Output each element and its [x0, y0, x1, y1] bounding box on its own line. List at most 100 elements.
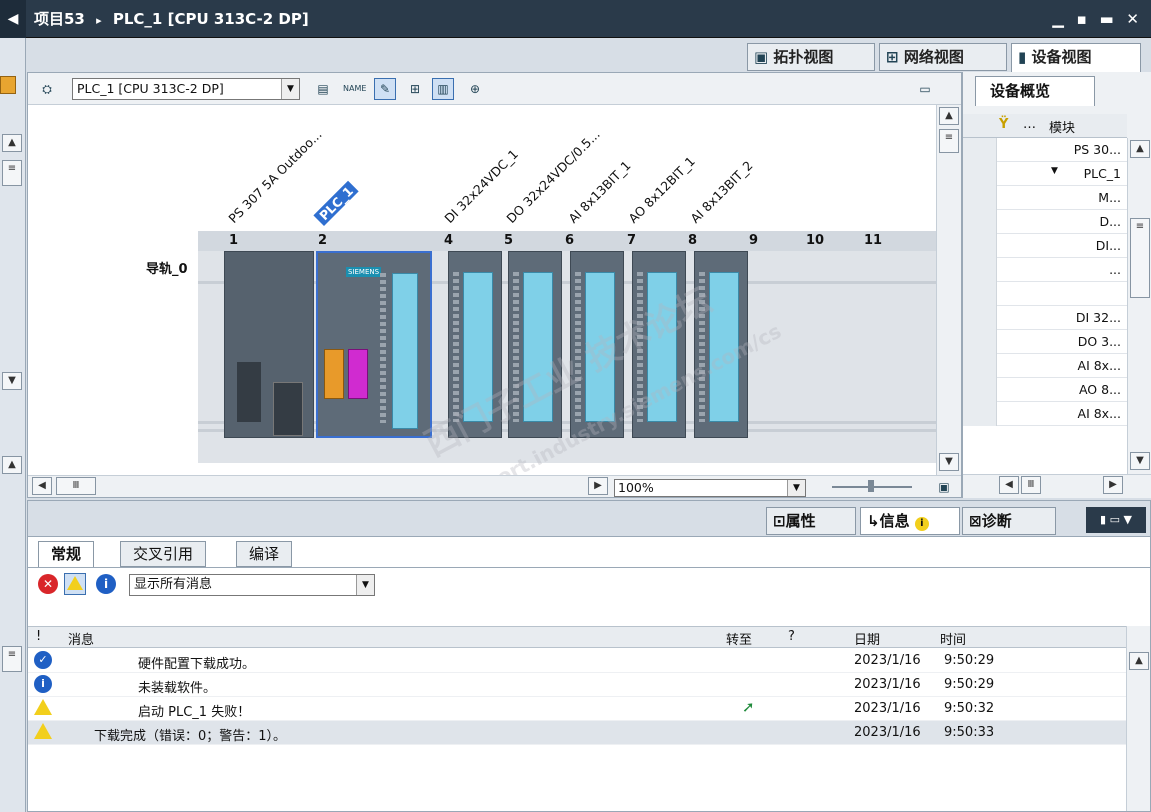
- scroll-down-button[interactable]: ▼: [939, 453, 959, 471]
- chevron-down-icon[interactable]: ▼: [281, 79, 299, 99]
- scroll-down-button[interactable]: ▼: [1130, 452, 1150, 470]
- overview-scrollbar[interactable]: ▲ ≡ ▼: [1127, 138, 1151, 474]
- scroll-up-button[interactable]: ▲: [939, 107, 959, 125]
- list-item[interactable]: DI...: [963, 234, 1127, 258]
- message-filter-row: ✕ i 显示所有消息 ▼: [28, 567, 1150, 599]
- tab-topology-view[interactable]: ▣ 拓扑视图: [747, 43, 875, 71]
- scroll-up-button[interactable]: ▲: [1129, 652, 1149, 670]
- device-select[interactable]: PLC_1 [CPU 313C-2 DP] ▼: [72, 78, 300, 100]
- scroll-left-button[interactable]: ◀: [999, 476, 1019, 494]
- scroll-down-button[interactable]: ▼: [2, 372, 22, 390]
- chevron-down-icon[interactable]: ▼: [787, 480, 805, 496]
- rack-canvas: PS 307 5A Outdoo... PLC_1 DI 32x24VDC_1 …: [28, 105, 936, 475]
- diagnostics-icon: ⊠: [969, 512, 982, 530]
- siemens-logo: SIEMENS: [346, 267, 382, 277]
- canvas-vertical-scrollbar[interactable]: ▲ ≡ ▼: [936, 105, 961, 475]
- device-tool-icon[interactable]: ⛭: [36, 78, 58, 100]
- list-item[interactable]: PLC_1 ▼: [963, 162, 1127, 186]
- zoom-in-icon[interactable]: ⊕: [464, 78, 486, 100]
- goto-arrow-icon[interactable]: ➚: [742, 698, 755, 716]
- scroll-handle-lower[interactable]: ≡: [2, 646, 22, 672]
- network-icon: ⊞: [886, 48, 899, 66]
- overview-toggle-icon[interactable]: ▭: [914, 78, 936, 100]
- device-toolbar: ⛭ PLC_1 [CPU 313C-2 DP] ▼ ▤ NAME ✎ ⊞ ▥ ⊕…: [28, 73, 961, 105]
- tab-properties[interactable]: ⊡属性: [766, 507, 856, 535]
- scroll-right-button[interactable]: ▶: [588, 477, 608, 495]
- scroll-handle-h[interactable]: Ⅲ: [56, 477, 96, 495]
- table-icon[interactable]: ▥: [432, 78, 454, 100]
- name-icon[interactable]: NAME: [342, 78, 366, 100]
- scroll-up-button[interactable]: ▲: [2, 134, 22, 152]
- zoom-select[interactable]: 100% ▼: [614, 479, 806, 497]
- tab-cross-reference[interactable]: 交叉引用: [120, 541, 207, 567]
- list-item[interactable]: AI 8x...: [963, 354, 1127, 378]
- scroll-left-button[interactable]: ◀: [32, 477, 52, 495]
- zoom-slider-thumb[interactable]: [868, 480, 874, 492]
- scroll-right-button[interactable]: ▶: [1103, 476, 1123, 494]
- fit-view-icon[interactable]: ▣: [934, 476, 954, 496]
- tab-compile[interactable]: 编译: [236, 541, 293, 567]
- device-icon: ▮: [1018, 48, 1027, 66]
- table-row[interactable]: 下载完成（错误：0；警告：1）。 2023/1/16 9:50:33: [28, 721, 1126, 745]
- tab-network-view[interactable]: ⊞ 网络视图: [879, 43, 1007, 71]
- collapse-left-icon[interactable]: ◀: [0, 0, 26, 38]
- scroll-handle[interactable]: ≡: [939, 129, 959, 153]
- scroll-handle[interactable]: ≡: [1130, 218, 1150, 298]
- info-filter-icon[interactable]: i: [96, 574, 116, 594]
- canvas-horizontal-scrollbar[interactable]: ◀ Ⅲ ▶ 100% ▼ ▣: [28, 475, 961, 497]
- grid-icon[interactable]: ⊞: [404, 78, 426, 100]
- chevron-down-icon[interactable]: ▼: [356, 575, 374, 595]
- module-label-ai1: AI 8x13BIT_1: [565, 157, 634, 226]
- list-item[interactable]: M...: [963, 186, 1127, 210]
- message-subtabs: 常规 交叉引用 编译: [28, 537, 1150, 567]
- breadcrumb-separator-icon: ▸: [96, 14, 102, 27]
- slot-number-bar: 1 2 4 5 6 7 8 9 10 11: [198, 231, 936, 251]
- draw-icon[interactable]: ✎: [374, 78, 396, 100]
- tab-device-view[interactable]: ▮ 设备视图: [1011, 43, 1141, 72]
- tab-diagnostics[interactable]: ⊠诊断: [962, 507, 1056, 535]
- properties-icon: ⊡: [773, 512, 786, 530]
- warning-filter-icon[interactable]: [64, 573, 86, 595]
- scroll-handle[interactable]: ≡: [2, 160, 22, 186]
- tab-info[interactable]: ↳信息 i: [860, 507, 960, 535]
- breadcrumb-device[interactable]: PLC_1 [CPU 313C-2 DP]: [113, 10, 309, 28]
- info-tab-icon: ↳: [867, 512, 880, 530]
- overview-hscrollbar[interactable]: ◀ Ⅲ ▶: [963, 474, 1151, 496]
- view-icon[interactable]: ▤: [312, 78, 334, 100]
- table-row[interactable]: i 未装载软件。 2023/1/16 9:50:29: [28, 673, 1126, 697]
- inspector-panel: ⊡属性 ↳信息 i ⊠诊断 ▮ ▭ ▼ 常规 交叉引用 编译 ✕ i 显示所有消…: [27, 500, 1151, 812]
- module-label-ai2: AI 8x13BIT_2: [687, 157, 756, 226]
- list-item[interactable]: DO 3...: [963, 330, 1127, 354]
- table-row[interactable]: 启动 PLC_1 失败！ ➚ 2023/1/16 9:50:32: [28, 697, 1126, 721]
- scroll-up-button-lower[interactable]: ▲: [2, 456, 22, 474]
- message-table-header: ! 消息 转至 ? 日期 时间: [28, 626, 1126, 648]
- list-item[interactable]: AO 8...: [963, 378, 1127, 402]
- topology-icon: ▣: [754, 48, 769, 66]
- title-bar: ◀ 项目53 ▸ PLC_1 [CPU 313C-2 DP] ▁ ▪ ▬ ✕: [0, 0, 1151, 38]
- breadcrumb-project[interactable]: 项目53: [34, 10, 85, 28]
- overview-header: Ÿ … 模块: [963, 114, 1127, 138]
- message-scrollbar[interactable]: ▲: [1126, 626, 1150, 811]
- list-item[interactable]: PS 30...: [963, 138, 1127, 162]
- window-controls[interactable]: ▁ ▪ ▬ ✕: [1052, 0, 1143, 38]
- list-item[interactable]: ...: [963, 258, 1127, 282]
- module-cpu[interactable]: SIEMENS: [316, 251, 432, 438]
- info-icon: i: [34, 675, 52, 693]
- inspector-tabs: ⊡属性 ↳信息 i ⊠诊断 ▮ ▭ ▼: [28, 501, 1150, 537]
- list-item[interactable]: D...: [963, 210, 1127, 234]
- list-item[interactable]: DI 32...: [963, 306, 1127, 330]
- module-ps[interactable]: [224, 251, 314, 438]
- left-panel-icon[interactable]: [0, 76, 16, 94]
- tab-general[interactable]: 常规: [38, 541, 95, 567]
- tab-device-overview[interactable]: 设备概览: [975, 76, 1095, 106]
- error-filter-icon[interactable]: ✕: [38, 574, 58, 594]
- message-filter-select[interactable]: 显示所有消息 ▼: [129, 574, 375, 596]
- table-row[interactable]: ✓ 硬件配置下载成功。 2023/1/16 9:50:29: [28, 649, 1126, 673]
- warning-icon: [34, 723, 52, 739]
- list-item[interactable]: [963, 282, 1127, 306]
- scroll-handle-h[interactable]: Ⅲ: [1021, 476, 1041, 494]
- panel-controls[interactable]: ▮ ▭ ▼: [1086, 507, 1146, 533]
- scroll-up-button[interactable]: ▲: [1130, 140, 1150, 158]
- module-label-plc[interactable]: PLC_1: [313, 180, 359, 226]
- list-item[interactable]: AI 8x...: [963, 402, 1127, 426]
